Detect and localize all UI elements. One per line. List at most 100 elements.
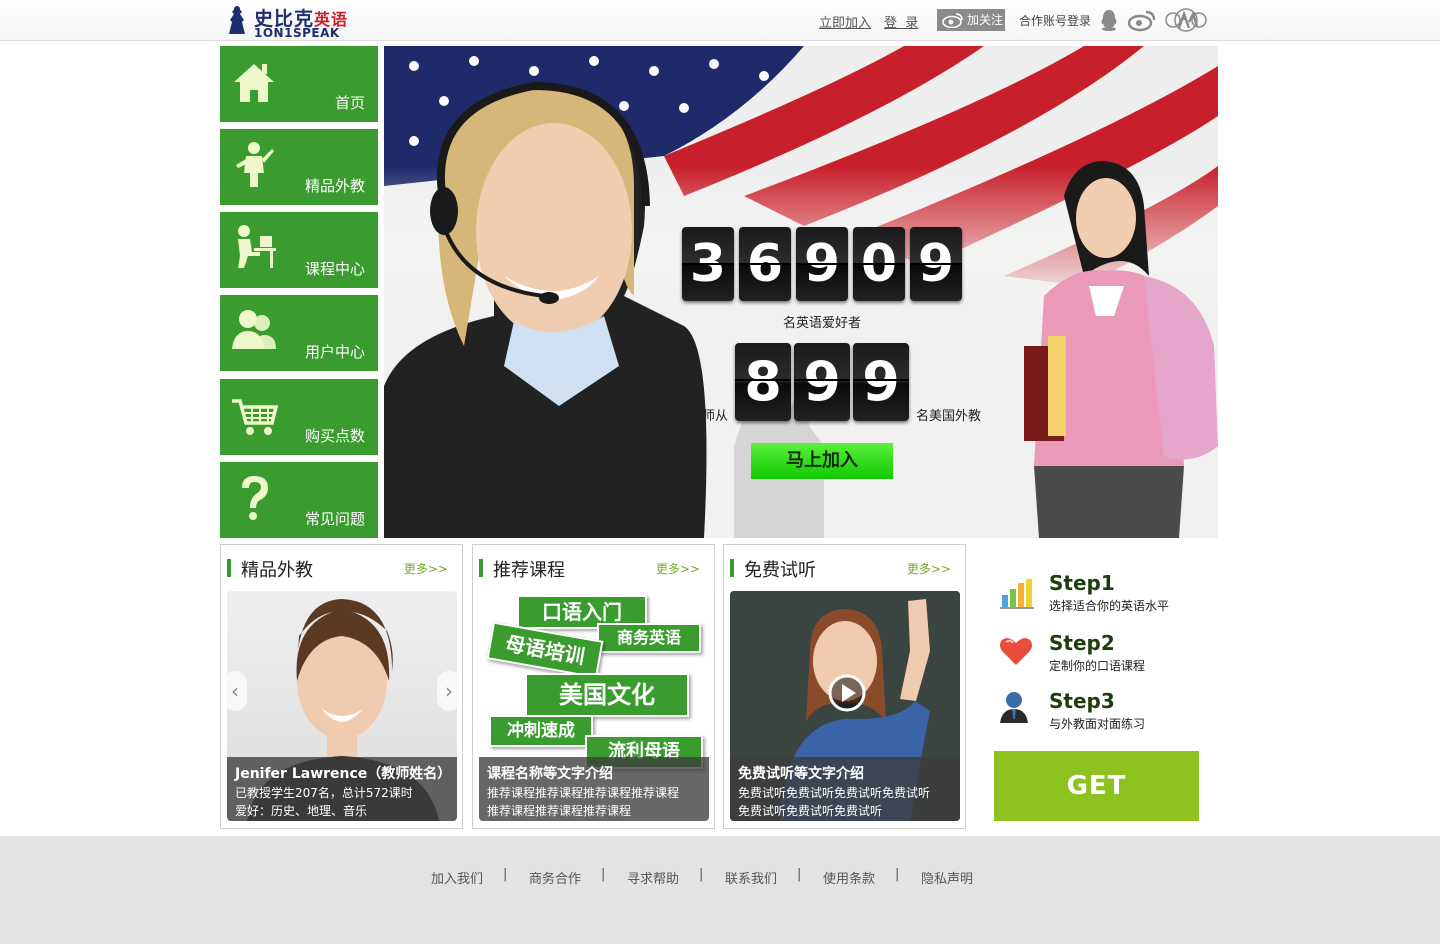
step-1-title: Step1 — [1049, 571, 1115, 595]
trial-panel-title: 免费试听 — [744, 560, 816, 581]
course-tag[interactable]: 母语培训 — [486, 621, 604, 679]
trial-caption: 免费试听等文字介绍 免费试听免费试听免费试听免费试听 免费试听免费试听免费试听 — [730, 757, 960, 821]
teacher-photo[interactable]: ‹ › Jenifer Lawrence（教师姓名） 已教授学生207名，总计5… — [227, 591, 457, 821]
lovers-label: 名英语爱好者 — [783, 316, 862, 331]
teacher-stats: 已教授学生207名，总计572课时 — [235, 786, 413, 800]
cart-icon — [232, 399, 278, 435]
trial-more-link[interactable]: 更多>> — [907, 560, 951, 577]
get-started-button[interactable]: GET STARTED › — [994, 751, 1199, 871]
trial-panel: 免费试听 更多>> 免费试听等文字介绍 免费试听免费试听免费试听免费试听 免费试… — [723, 544, 966, 829]
lover-counter-digit-4: 0 — [853, 227, 905, 301]
courses-panel-title: 推荐课程 — [493, 560, 565, 581]
teacher-counter-digit-1: 8 — [735, 343, 791, 421]
footer-link-terms[interactable]: 使用条款 — [823, 868, 875, 887]
lover-counter-digit-1: 3 — [682, 227, 734, 301]
step-3-desc: 与外教面对面练习 — [1049, 717, 1146, 731]
join-now-button[interactable]: 马上加入 — [751, 443, 893, 479]
course-caption: 课程名称等文字介绍 推荐课程推荐课程推荐课程推荐课程 推荐课程推荐课程推荐课程 — [479, 757, 709, 821]
users-icon — [232, 310, 276, 349]
footer-link-help[interactable]: 寻求帮助 — [627, 868, 679, 887]
renren-icon[interactable] — [1165, 8, 1207, 32]
login-link[interactable]: 登 录 — [884, 16, 918, 31]
logo-text-en: 1ON1SPEAK — [254, 26, 340, 40]
lover-counter-digit-3: 9 — [796, 227, 848, 301]
course-tags-image[interactable]: 口语入门 商务英语 母语培训 美国文化 冲刺速成 流利母语 课程名称等文字介绍 … — [479, 591, 709, 821]
nav-faq[interactable]: 常见问题 — [220, 462, 378, 538]
footer-separator: | — [797, 867, 802, 882]
teachers-panel: 精品外教 更多>> ‹ › Jenifer Lawrence（教师姓名） 已教授… — [220, 544, 463, 829]
footer: 加入我们 | 商务合作 | 寻求帮助 | 联系我们 | 使用条款 | 隐私声明 — [0, 836, 1440, 944]
qq-icon[interactable] — [1097, 8, 1121, 32]
teachers-more-link[interactable]: 更多>> — [404, 560, 448, 577]
lover-counter-digit-2: 6 — [739, 227, 791, 301]
step-2-desc: 定制你的口语课程 — [1049, 659, 1146, 673]
footer-link-join[interactable]: 加入我们 — [431, 868, 483, 887]
course-tag[interactable]: 商务英语 — [597, 623, 701, 653]
teacher-caption: Jenifer Lawrence（教师姓名） 已教授学生207名，总计572课时… — [227, 757, 457, 821]
play-icon[interactable] — [827, 673, 867, 713]
nav-teachers[interactable]: 精品外教 — [220, 129, 378, 205]
follow-button[interactable]: 加关注 — [937, 9, 1005, 31]
teacher-name: Jenifer Lawrence（教师姓名） — [235, 766, 452, 782]
question-icon — [242, 476, 268, 520]
step-3: Step3 与外教面对面练习 — [996, 689, 1206, 735]
course-tag[interactable]: 冲刺速成 — [489, 715, 593, 747]
trial-caption-line2: 免费试听免费试听免费试听 — [738, 804, 883, 818]
course-caption-line2: 推荐课程推荐课程推荐课程 — [487, 804, 632, 818]
courses-panel: 推荐课程 更多>> 口语入门 商务英语 母语培训 美国文化 冲刺速成 流利母语 … — [472, 544, 715, 829]
follow-label: 加关注 — [967, 13, 1004, 27]
user-icon — [1000, 692, 1028, 723]
teacher-counter-digit-2: 9 — [794, 343, 850, 421]
next-arrow-icon[interactable]: › — [437, 671, 457, 711]
panel-accent-bar — [227, 559, 231, 577]
weibo-login-icon[interactable] — [1128, 8, 1156, 32]
footer-link-privacy[interactable]: 隐私声明 — [921, 868, 973, 887]
footer-separator: | — [601, 867, 606, 882]
trial-video[interactable]: 免费试听等文字介绍 免费试听免费试听免费试听免费试听 免费试听免费试听免费试听 — [730, 591, 960, 821]
lover-counter-digit-5: 9 — [910, 227, 962, 301]
nav-courses[interactable]: 课程中心 — [220, 212, 378, 288]
nav-home[interactable]: 首页 — [220, 46, 378, 122]
course-icon — [238, 225, 276, 268]
nav-buy-points[interactable]: 购买点数 — [220, 379, 378, 455]
teacher-hobbies: 爱好：历史、地理、音乐 — [235, 804, 368, 818]
nav-teachers-label: 精品外教 — [304, 177, 365, 195]
footer-link-business[interactable]: 商务合作 — [529, 868, 581, 887]
weibo-icon — [942, 13, 963, 28]
bar-chart-icon — [1000, 579, 1034, 609]
nav-faq-label: 常见问题 — [304, 510, 365, 528]
prev-arrow-icon[interactable]: ‹ — [227, 671, 247, 711]
step-2-title: Step2 — [1049, 631, 1115, 655]
teacher-counter-digit-3: 9 — [853, 343, 909, 421]
panel-accent-bar — [730, 559, 734, 577]
teachers-panel-title: 精品外教 — [241, 560, 313, 581]
footer-separator: | — [503, 867, 508, 882]
step-1: Step1 选择适合你的英语水平 — [996, 571, 1206, 617]
step-2: Step2 定制你的口语课程 — [996, 631, 1206, 677]
footer-link-contact[interactable]: 联系我们 — [725, 868, 777, 887]
join-link[interactable]: 立即加入 — [819, 16, 871, 31]
nav-user-center-label: 用户中心 — [304, 343, 365, 361]
course-caption-line1: 推荐课程推荐课程推荐课程推荐课程 — [487, 786, 680, 800]
nav-buy-points-label: 购买点数 — [304, 427, 365, 445]
trial-caption-line1: 免费试听免费试听免费试听免费试听 — [738, 786, 931, 800]
courses-more-link[interactable]: 更多>> — [656, 560, 700, 577]
hero-banner: 3 6 9 0 9 名英语爱好者 师从 8 9 9 名美国外教 马上加入 — [384, 46, 1218, 538]
footer-separator: | — [895, 867, 900, 882]
footer-separator: | — [699, 867, 704, 882]
panel-accent-bar — [479, 559, 483, 577]
nav-home-label: 首页 — [334, 94, 365, 112]
logo-mark-icon — [229, 6, 245, 34]
site-logo[interactable]: 史比克 英语 1ON1SPEAK — [222, 2, 356, 40]
partner-login-label: 合作账号登录 — [1019, 14, 1092, 28]
teacher-suffix-label: 名美国外教 — [916, 409, 982, 424]
teacher-prefix-label: 师从 — [702, 409, 729, 424]
course-tag[interactable]: 美国文化 — [525, 673, 689, 717]
home-icon — [234, 64, 274, 102]
nav-user-center[interactable]: 用户中心 — [220, 295, 378, 371]
heart-icon — [1000, 638, 1032, 665]
trial-caption-title: 免费试听等文字介绍 — [738, 766, 864, 782]
nav-courses-label: 课程中心 — [304, 260, 365, 278]
step-1-desc: 选择适合你的英语水平 — [1049, 599, 1170, 613]
top-bar: 史比克 英语 1ON1SPEAK 立即加入 登 录 加关注 合作账号登录 — [0, 0, 1440, 41]
